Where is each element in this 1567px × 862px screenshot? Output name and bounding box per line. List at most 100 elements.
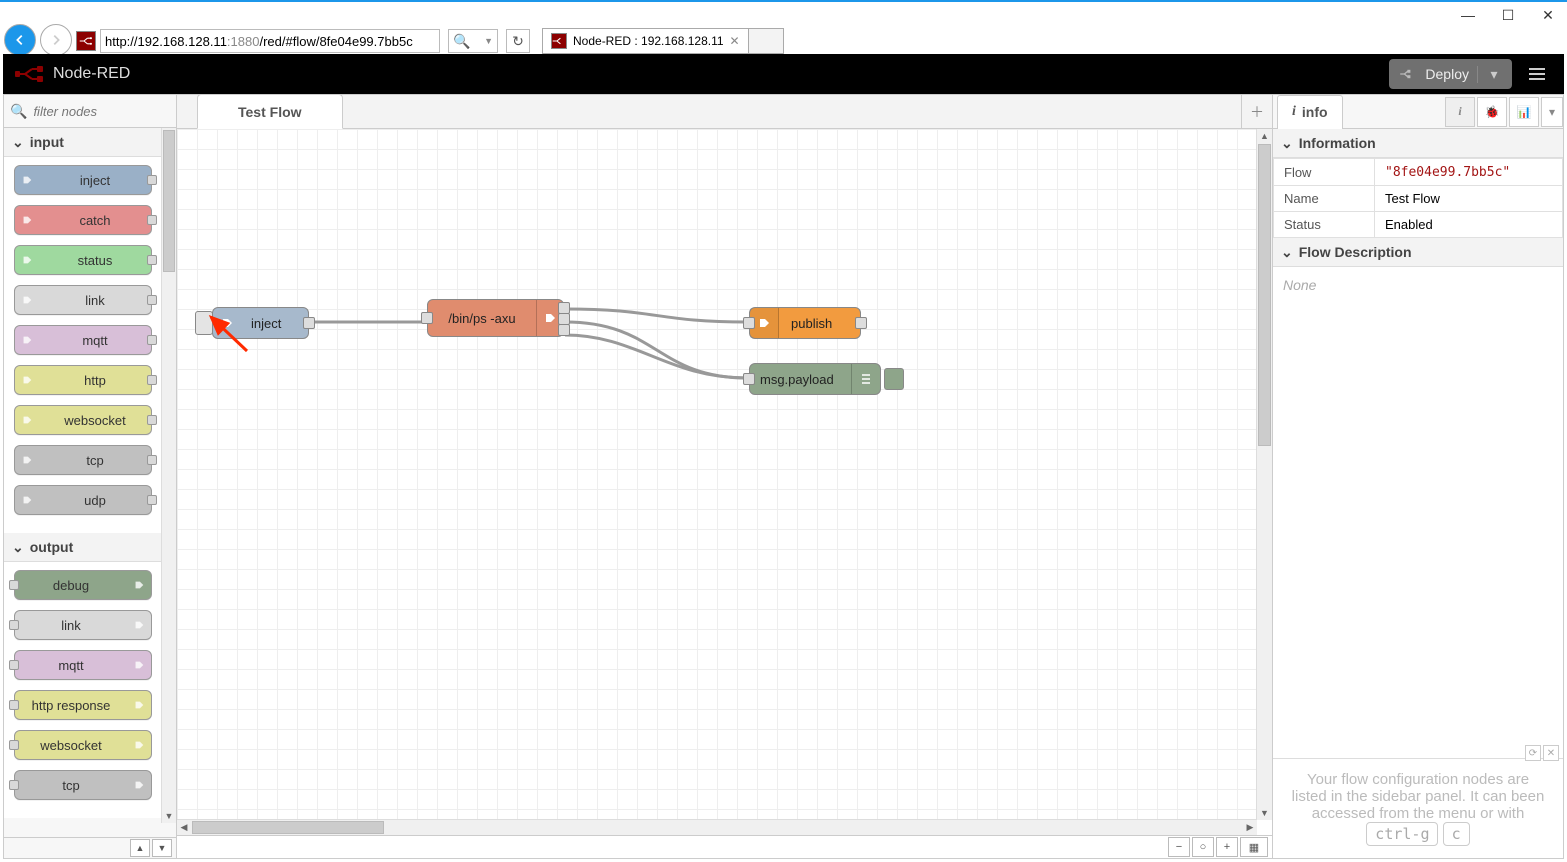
search-icon: 🔍 (10, 103, 27, 120)
output-port[interactable] (855, 317, 867, 329)
palette-port (9, 620, 19, 630)
palette-node-link[interactable]: link (14, 285, 152, 315)
mqtt-icon (133, 659, 145, 671)
section-information[interactable]: ⌄Information (1273, 129, 1563, 158)
canvas-node-debug[interactable]: msg.payload (749, 363, 881, 395)
window-maximize-button[interactable]: ☐ (1491, 4, 1525, 26)
scrollbar-thumb[interactable] (192, 821, 384, 834)
hint-cycle-button[interactable]: ⟳ (1525, 745, 1541, 761)
debug-toggle-button[interactable] (884, 368, 904, 390)
canvas-scrollbar-horizontal[interactable]: ◀ ▶ (177, 819, 1257, 835)
browser-forward-button[interactable] (40, 24, 72, 56)
palette-search[interactable]: 🔍 (4, 95, 176, 128)
palette-node-debug[interactable]: debug (14, 570, 152, 600)
scrollbar-thumb[interactable] (163, 130, 175, 272)
navigator-button[interactable]: ▦ (1240, 837, 1268, 857)
flow-canvas[interactable]: inject /bin/ps -axu (177, 129, 1257, 820)
palette-scrollbar[interactable]: ▲ ▼ (161, 128, 176, 823)
canvas-scrollbar-vertical[interactable]: ▲ ▼ (1256, 129, 1272, 820)
sidebar-tab-info[interactable]: i info (1277, 95, 1343, 130)
catch-icon (21, 214, 33, 226)
palette-filter-input[interactable] (31, 103, 170, 120)
palette-node-mqtt[interactable]: mqtt (14, 650, 152, 680)
browser-tab[interactable]: Node-RED : 192.168.128.11 ✕ (542, 28, 749, 54)
scroll-right-icon[interactable]: ▶ (1243, 820, 1257, 835)
node-label: /bin/ps -axu (428, 311, 536, 326)
canvas-node-inject[interactable]: inject (212, 307, 309, 339)
scroll-left-icon[interactable]: ◀ (177, 820, 191, 835)
scroll-down-icon[interactable]: ▼ (162, 809, 176, 823)
palette-collapse-down-button[interactable]: ▼ (152, 839, 172, 857)
palette-port (9, 580, 19, 590)
add-flow-button[interactable]: ＋ (1241, 95, 1272, 128)
websocket-icon (21, 414, 33, 426)
palette-port (9, 700, 19, 710)
scroll-down-icon[interactable]: ▼ (1257, 806, 1272, 820)
browser-back-button[interactable] (4, 24, 36, 56)
deploy-button[interactable]: Deploy ▾ (1389, 59, 1512, 89)
deploy-icon (1399, 67, 1417, 81)
address-favicon (76, 31, 96, 51)
address-bar[interactable]: http://192.168.128.11:1880/red/#flow/8fe… (100, 29, 440, 53)
window-close-button[interactable]: ✕ (1531, 4, 1565, 26)
palette-port (147, 295, 157, 305)
node-label: msg.payload (750, 372, 851, 387)
palette-port (9, 660, 19, 670)
palette-node-websocket[interactable]: websocket (14, 405, 152, 435)
canvas-node-exec[interactable]: /bin/ps -axu (427, 299, 564, 337)
sidebar-tab-label: info (1302, 104, 1328, 120)
browser-search-box[interactable]: 🔍▼ (448, 29, 498, 53)
palette-node-status[interactable]: status (14, 245, 152, 275)
scrollbar-thumb[interactable] (1258, 144, 1271, 446)
sidebar-dashboard-button[interactable]: 📊 (1509, 97, 1539, 127)
palette-node-link[interactable]: link (14, 610, 152, 640)
sidebar-debug-button[interactable]: 🐞 (1477, 97, 1507, 127)
output-port-3[interactable] (558, 324, 570, 336)
zoom-reset-button[interactable]: ○ (1192, 837, 1214, 857)
palette-node-websocket[interactable]: websocket (14, 730, 152, 760)
sidebar-dropdown-button[interactable]: ▾ (1541, 97, 1563, 127)
palette-node-http-response[interactable]: http response (14, 690, 152, 720)
info-flow-label: Flow (1274, 159, 1375, 186)
info-name-label: Name (1274, 186, 1375, 212)
window-minimize-button[interactable]: — (1451, 4, 1485, 26)
palette-node-tcp[interactable]: tcp (14, 770, 152, 800)
flow-tab[interactable]: Test Flow (197, 94, 343, 129)
palette-category-input[interactable]: ⌄input (4, 128, 162, 157)
palette-port (147, 415, 157, 425)
input-port[interactable] (421, 312, 433, 324)
sidebar-info-button[interactable]: i (1445, 97, 1475, 127)
palette-node-catch[interactable]: catch (14, 205, 152, 235)
output-port[interactable] (303, 317, 315, 329)
info-name-value: Test Flow (1375, 186, 1563, 212)
debug-icon (851, 364, 880, 394)
arrow-left-icon (13, 33, 27, 47)
hint-text: Your flow configuration nodes are listed… (1292, 771, 1545, 822)
zoom-out-button[interactable]: − (1168, 837, 1190, 857)
node-red-logo-icon (15, 64, 45, 84)
inject-trigger-button[interactable] (195, 311, 213, 335)
palette-node-mqtt[interactable]: mqtt (14, 325, 152, 355)
main-menu-button[interactable] (1522, 59, 1552, 89)
tab-close-icon[interactable]: ✕ (730, 34, 740, 48)
zoom-in-button[interactable]: + (1216, 837, 1238, 857)
hint-close-button[interactable]: ✕ (1543, 745, 1559, 761)
section-flow-description[interactable]: ⌄Flow Description (1273, 238, 1563, 267)
hint-key-2: c (1443, 822, 1470, 846)
palette-node-http[interactable]: http (14, 365, 152, 395)
canvas-node-mqtt-publish[interactable]: publish (749, 307, 861, 339)
input-port[interactable] (743, 373, 755, 385)
workspace-footer: − ○ + ▦ (177, 835, 1272, 858)
scroll-up-icon[interactable]: ▲ (1257, 129, 1272, 143)
refresh-button[interactable]: ↻ (506, 29, 530, 53)
deploy-caret-icon[interactable]: ▾ (1477, 66, 1502, 83)
palette-footer: ▲ ▼ (4, 837, 176, 858)
palette-port (147, 175, 157, 185)
palette-node-tcp[interactable]: tcp (14, 445, 152, 475)
palette-node-inject[interactable]: inject (14, 165, 152, 195)
input-port[interactable] (743, 317, 755, 329)
palette-node-udp[interactable]: udp (14, 485, 152, 515)
palette-category-output[interactable]: ⌄output (4, 533, 162, 562)
palette-collapse-up-button[interactable]: ▲ (130, 839, 150, 857)
new-tab-button[interactable] (749, 28, 784, 54)
